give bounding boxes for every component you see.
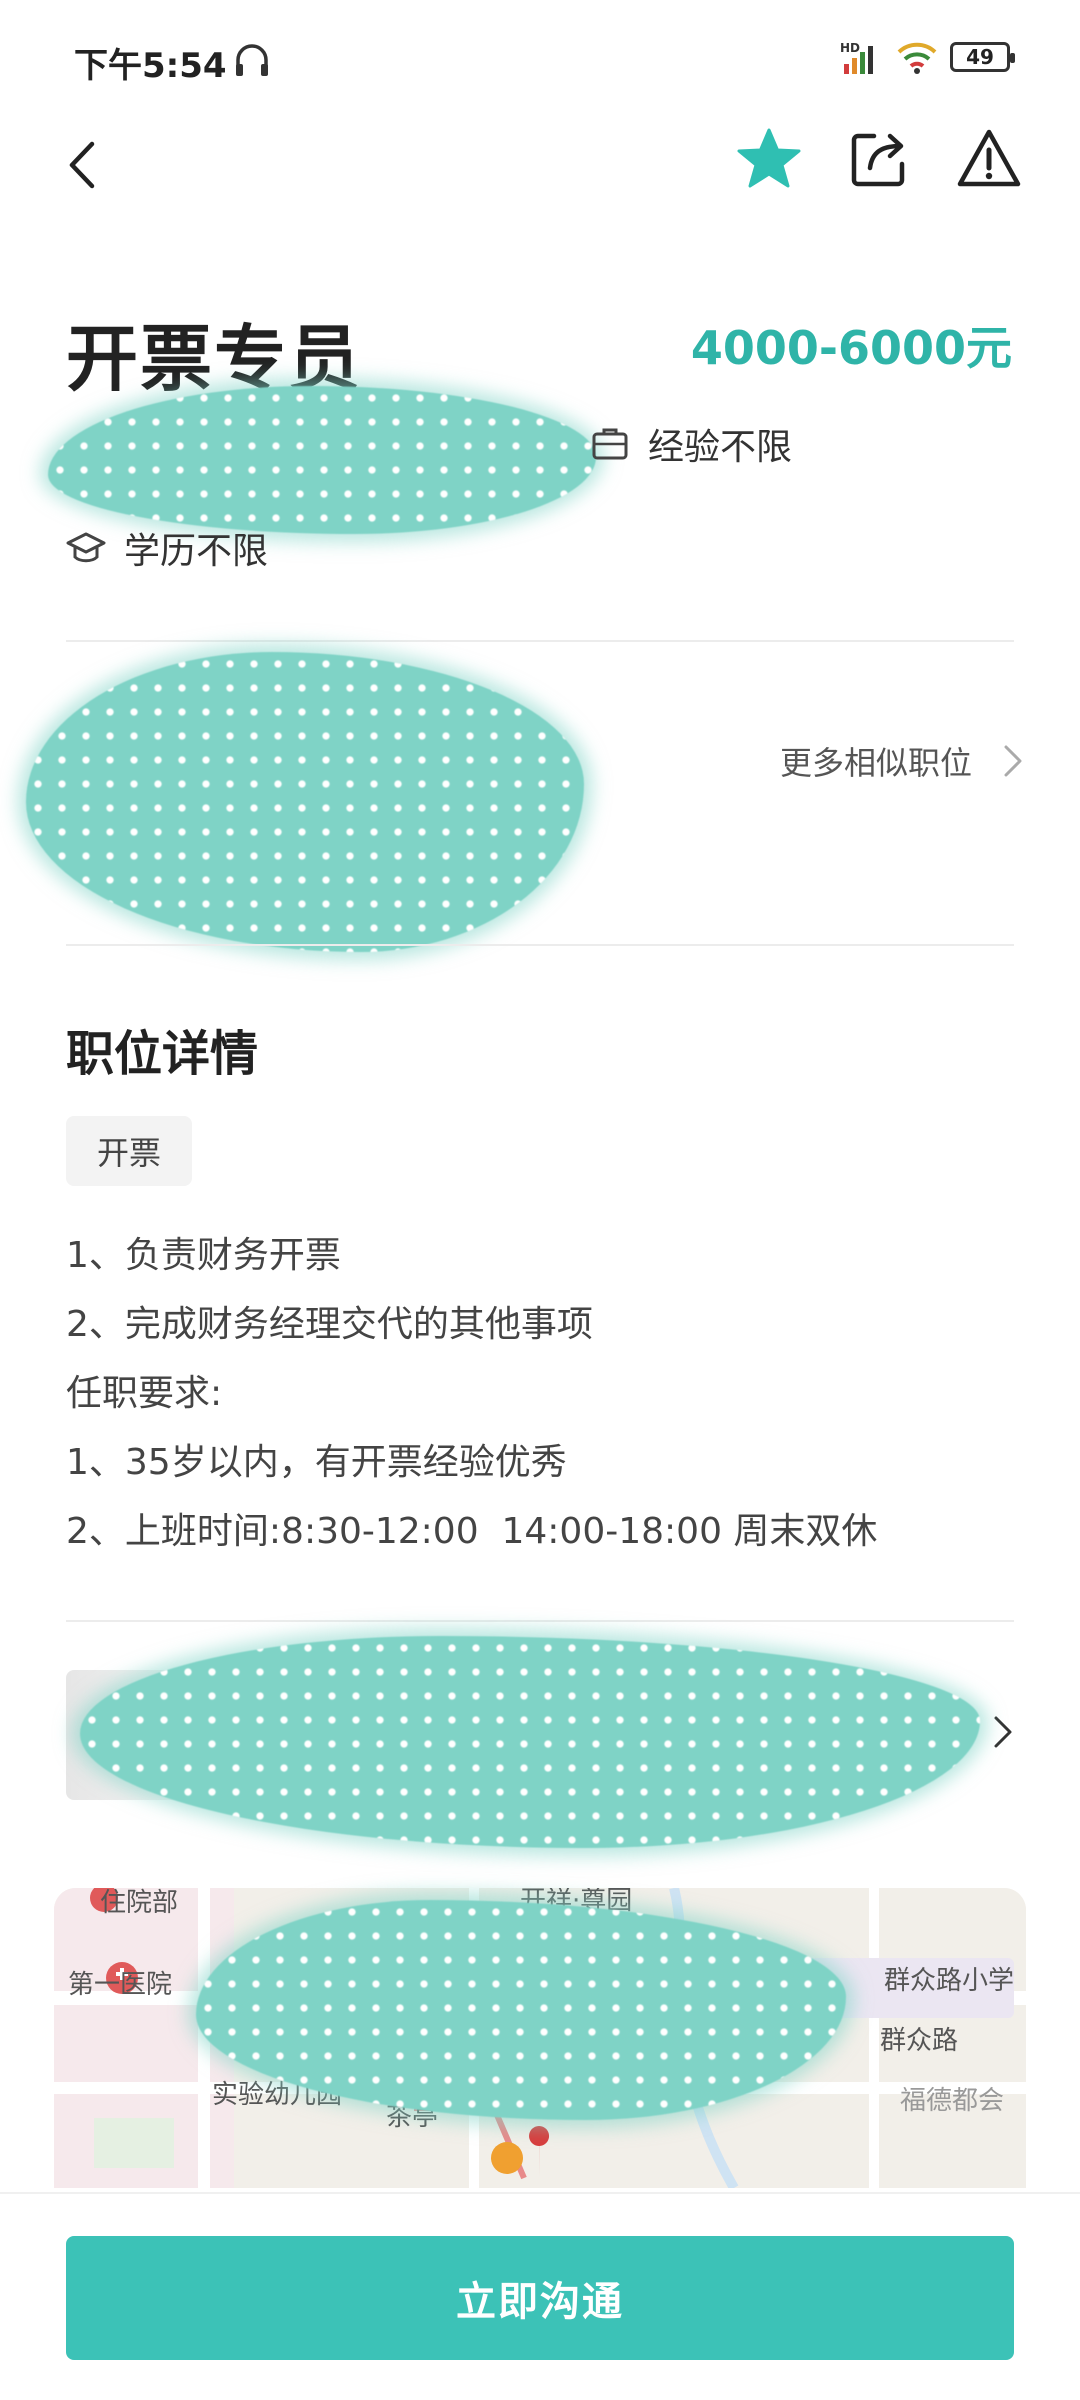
status-time: 下午5:54 bbox=[74, 46, 227, 86]
experience-label: 经验不限 bbox=[648, 427, 793, 468]
experience-requirement: 经验不限 bbox=[590, 418, 792, 470]
education-label: 学历不限 bbox=[124, 531, 269, 572]
map-label: 群众路 bbox=[880, 2026, 959, 2056]
battery-icon: 49 bbox=[950, 42, 1015, 72]
star-icon[interactable] bbox=[734, 124, 804, 194]
section-title: 职位详情 bbox=[66, 1026, 259, 1082]
divider bbox=[66, 1620, 1014, 1622]
map-label: 住院部 bbox=[100, 1888, 179, 1918]
chat-now-button[interactable]: 立即沟通 bbox=[66, 2236, 1014, 2360]
briefcase-icon bbox=[592, 428, 628, 460]
report-icon[interactable] bbox=[954, 124, 1024, 194]
skill-tag: 开票 bbox=[66, 1116, 192, 1186]
nav-bar bbox=[0, 110, 1080, 220]
description-line: 任职要求: bbox=[66, 1373, 223, 1414]
description-line: 2、完成财务经理交代的其他事项 bbox=[66, 1304, 593, 1345]
graduation-cap-icon bbox=[66, 532, 106, 563]
description-line: 1、负责财务开票 bbox=[66, 1235, 341, 1276]
divider bbox=[66, 640, 1014, 642]
bottom-action-bar: 立即沟通 bbox=[0, 2192, 1080, 2400]
redacted-area bbox=[26, 652, 584, 952]
job-description: 1、负责财务开票 2、完成财务经理交代的其他事项 任职要求: 1、35岁以内，有… bbox=[66, 1226, 1014, 1571]
map-label: 第一医院 bbox=[68, 1970, 173, 2000]
back-icon[interactable] bbox=[56, 130, 106, 200]
education-requirement: 学历不限 bbox=[66, 522, 268, 574]
svg-text:HD: HD bbox=[840, 41, 860, 55]
job-salary: 4000-6000元 bbox=[690, 321, 1012, 375]
more-similar-label: 更多相似职位 bbox=[779, 744, 972, 782]
redacted-area bbox=[48, 386, 596, 534]
signal-icon: HD bbox=[840, 41, 873, 74]
status-bar: 下午5:54 HD 49 bbox=[0, 0, 1080, 120]
nav-actions bbox=[734, 124, 1024, 194]
description-line: 1、35岁以内，有开票经验优秀 bbox=[66, 1442, 567, 1483]
description-line: 2、上班时间:8:30-12:00 14:00-18:00 周末双休 bbox=[66, 1511, 878, 1552]
more-similar-jobs-link[interactable]: 更多相似职位 bbox=[780, 738, 1024, 784]
divider bbox=[66, 944, 1014, 946]
battery-level: 49 bbox=[966, 45, 994, 69]
chevron-right-icon bbox=[994, 1716, 1012, 1748]
map-label: 福德都会 bbox=[900, 2086, 1005, 2116]
chevron-right-icon bbox=[1004, 745, 1022, 777]
share-icon[interactable] bbox=[844, 124, 914, 194]
wifi-icon bbox=[897, 42, 937, 74]
headphone-icon bbox=[236, 44, 268, 76]
status-indicators: HD 49 bbox=[840, 38, 1015, 76]
map-label: 群众路小学 bbox=[884, 1966, 1015, 1996]
